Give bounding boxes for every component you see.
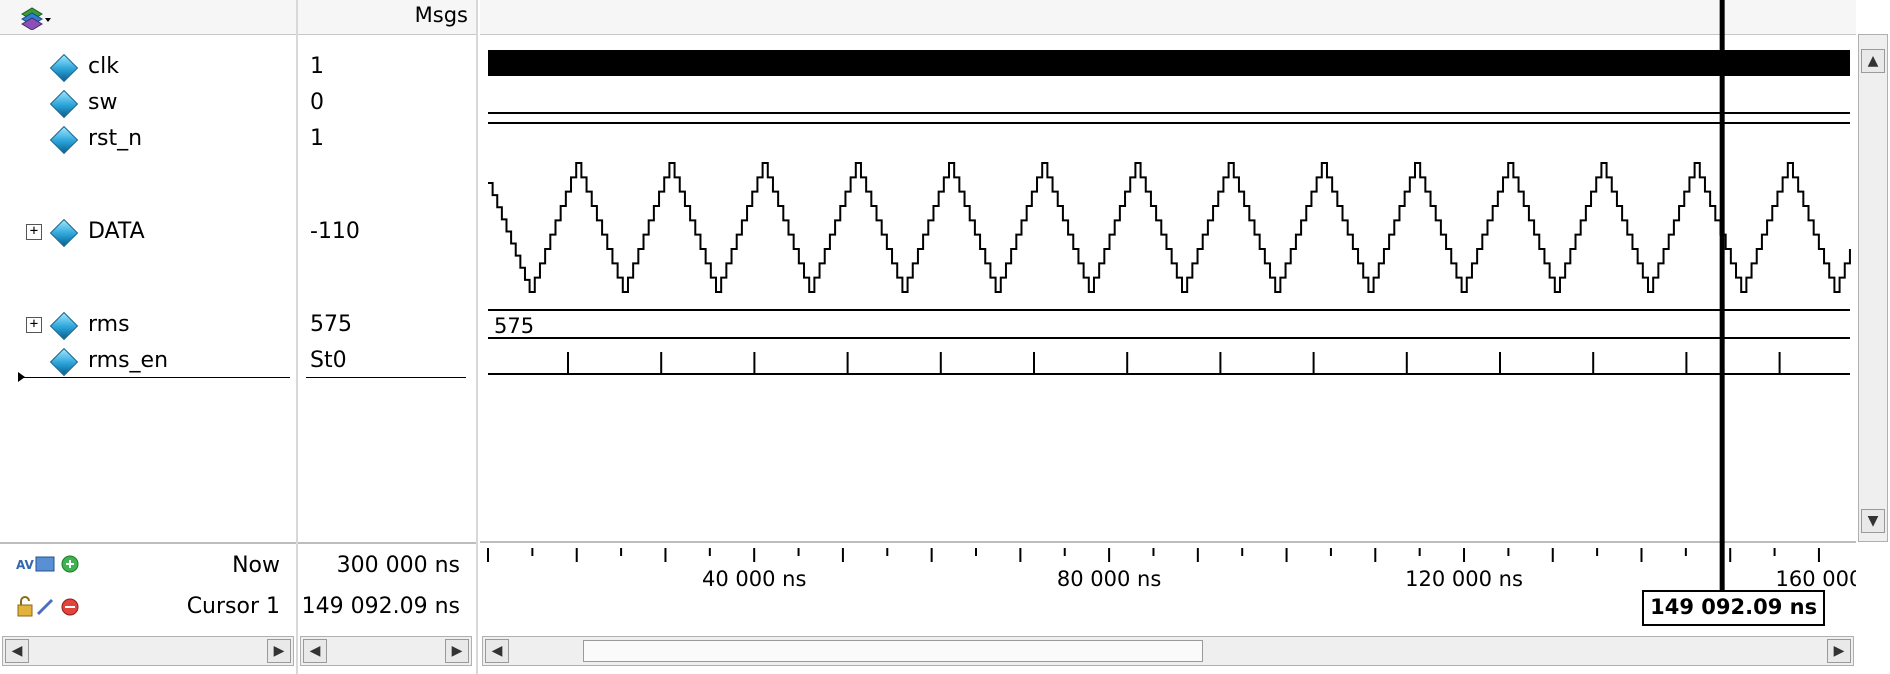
signal-name: DATA: [88, 219, 145, 244]
waveform-canvas[interactable]: 575 40 000 ns 80 000 ns 120 000 ns 160 000: [480, 0, 1856, 640]
signal-value-data: -110: [310, 219, 360, 244]
insertion-marker-arrow-icon: [18, 372, 25, 382]
scroll-left-icon[interactable]: ◀: [5, 639, 29, 663]
now-value: 300 000 ns: [336, 553, 460, 578]
data-waveform: [488, 162, 1851, 293]
timeline-ruler: 40 000 ns 80 000 ns 120 000 ns 160 000: [487, 548, 1856, 591]
timeline-tick-label: 160 000: [1776, 567, 1856, 591]
timeline-tick-label: 80 000 ns: [1057, 567, 1161, 591]
scroll-left-icon[interactable]: ◀: [303, 639, 327, 663]
msgs-column-header: Msgs: [414, 3, 468, 27]
svg-text:AV: AV: [16, 558, 34, 572]
cursor-icons[interactable]: [16, 596, 86, 618]
signal-diamond-icon: [49, 125, 79, 155]
footer-divider: [298, 542, 478, 544]
scroll-down-icon[interactable]: ▼: [1861, 509, 1885, 533]
expand-plus-icon[interactable]: +: [26, 317, 42, 333]
signal-name: clk: [88, 54, 119, 79]
signal-value-clk: 1: [310, 54, 324, 79]
signal-diamond-icon: [49, 89, 79, 119]
signal-value-rms-en: St0: [310, 348, 347, 373]
scroll-left-icon[interactable]: ◀: [485, 639, 509, 663]
scroll-right-icon[interactable]: ▶: [1827, 639, 1851, 663]
names-horizontal-scrollbar[interactable]: ◀ ▶: [2, 636, 294, 666]
footer-divider: [0, 542, 298, 544]
value-underline: [306, 377, 466, 378]
signal-value-pane: Msgs 1 0 1 -110 575 St0 300 000 ns 149 0…: [298, 0, 478, 666]
signal-name-pane: clk sw rst_n + DATA + rms rms_en AV Now …: [0, 0, 298, 666]
name-pane-header: [0, 0, 298, 35]
scroll-right-icon[interactable]: ▶: [445, 639, 469, 663]
data-trace: [488, 162, 1851, 293]
scroll-up-icon[interactable]: ▲: [1861, 49, 1885, 73]
now-label: Now: [232, 553, 280, 578]
clk-waveform: [488, 50, 1850, 76]
signal-row-rms-en[interactable]: rms_en: [0, 344, 298, 378]
signal-diamond-icon: [49, 311, 79, 341]
signal-row-clk[interactable]: clk: [0, 50, 298, 84]
signal-row-rst-n[interactable]: rst_n: [0, 122, 298, 156]
rms-waveform: 575: [488, 309, 1850, 339]
values-horizontal-scrollbar[interactable]: ◀ ▶: [300, 636, 472, 666]
clk-dense-toggle: [488, 50, 1850, 76]
cursor-label: Cursor 1: [186, 594, 280, 619]
rms-en-waveform: [488, 352, 1850, 375]
value-pane-header: Msgs: [298, 0, 478, 35]
timeline-tick-label: 120 000 ns: [1405, 567, 1523, 591]
signal-name: sw: [88, 90, 118, 115]
vertical-scrollbar[interactable]: ▲ ▼: [1858, 34, 1888, 542]
signal-name: rst_n: [88, 126, 143, 151]
insertion-marker: [20, 377, 290, 378]
cursor-value: 149 092.09 ns: [301, 594, 460, 619]
signal-row-rms[interactable]: + rms: [0, 308, 298, 342]
pane-divider[interactable]: [476, 0, 478, 674]
cursor-readout-text: 149 092.09 ns: [1650, 595, 1818, 619]
layers-icon[interactable]: [18, 4, 52, 31]
scroll-right-icon[interactable]: ▶: [267, 639, 291, 663]
cursor-readout[interactable]: 149 092.09 ns: [1642, 590, 1826, 626]
scroll-thumb[interactable]: [583, 640, 1203, 662]
timeline-tick-label: 40 000 ns: [702, 567, 806, 591]
signal-row-sw[interactable]: sw: [0, 86, 298, 120]
signal-value-sw: 0: [310, 90, 324, 115]
wave-horizontal-scrollbar[interactable]: ◀ ▶: [482, 636, 1854, 666]
signal-value-rms: 575: [310, 312, 352, 337]
signal-row-data[interactable]: + DATA: [0, 215, 298, 249]
expand-plus-icon[interactable]: +: [26, 224, 42, 240]
waveform-pane[interactable]: 575 40 000 ns 80 000 ns 120 000 ns 160 000 …: [480, 0, 1856, 666]
signal-diamond-icon: [49, 347, 79, 377]
signal-name: rms_en: [88, 348, 169, 373]
signal-name: rms: [88, 312, 130, 337]
signal-value-rst-n: 1: [310, 126, 324, 151]
rms-bus-value: 575: [494, 314, 534, 338]
signal-diamond-icon: [49, 218, 79, 248]
signal-diamond-icon: [49, 53, 79, 83]
now-icons[interactable]: AV: [16, 553, 86, 575]
